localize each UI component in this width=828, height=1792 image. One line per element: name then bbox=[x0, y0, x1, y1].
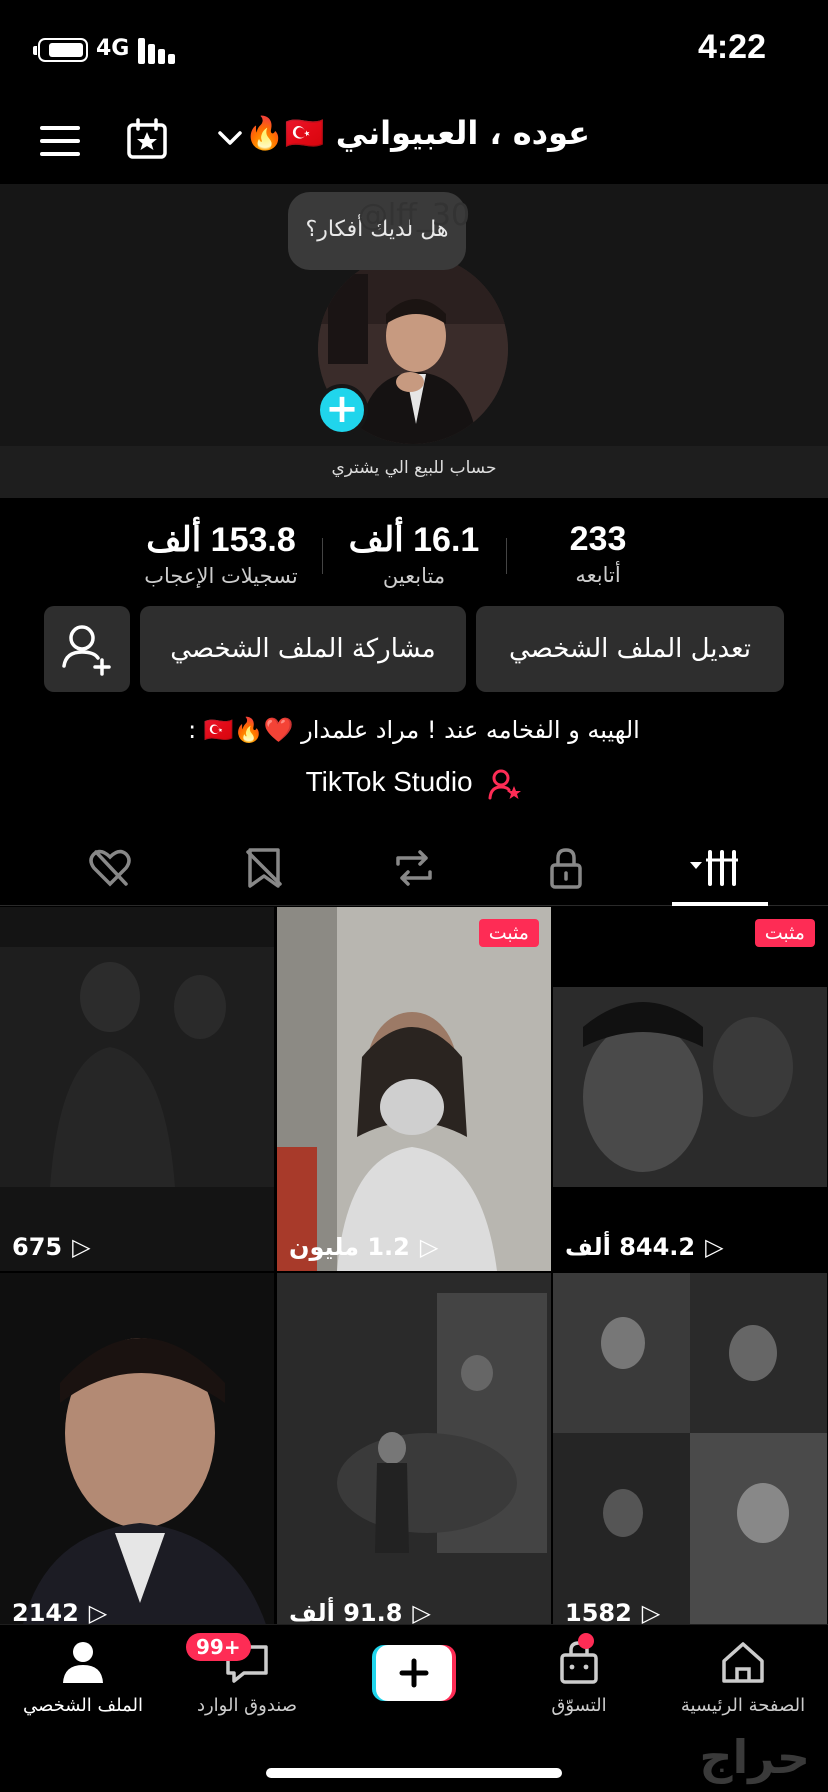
video-thumbnail[interactable]: ▷ 2142 bbox=[0, 1273, 274, 1637]
view-count: ▷ 91.8 ألف bbox=[289, 1599, 431, 1627]
play-icon: ▷ bbox=[705, 1233, 724, 1261]
followers-stat[interactable]: 16.1 ألف متابعين bbox=[334, 520, 494, 588]
status-bar: 4G 4:22 bbox=[0, 0, 828, 100]
following-label: أتابعه bbox=[575, 563, 621, 587]
following-count: 233 bbox=[569, 520, 627, 558]
username-handle: @lff_30 bbox=[357, 198, 471, 233]
followers-label: متابعين bbox=[382, 564, 446, 588]
signal-icon bbox=[138, 38, 178, 64]
nav-inbox[interactable]: 99+ صندوق الوارد bbox=[172, 1633, 322, 1716]
view-count: ▷ 2142 bbox=[12, 1599, 108, 1627]
nav-shop[interactable]: التسوّق bbox=[504, 1633, 654, 1716]
followers-count: 16.1 ألف bbox=[348, 521, 480, 559]
chevron-down-icon[interactable] bbox=[216, 124, 244, 152]
likes-count: 153.8 ألف bbox=[146, 521, 296, 559]
nav-home[interactable]: الصفحة الرئيسية bbox=[668, 1639, 818, 1716]
inbox-badge: 99+ bbox=[186, 1633, 251, 1661]
pinned-badge: مثبت bbox=[478, 919, 539, 947]
profile-header: عوده ، العبيواني 🇹🇷🔥 bbox=[0, 100, 828, 184]
nav-inbox-label: صندوق الوارد bbox=[196, 1695, 298, 1716]
share-profile-button[interactable]: مشاركة الملف الشخصي bbox=[140, 606, 466, 692]
pinned-badge: مثبت bbox=[754, 919, 815, 947]
add-friends-button[interactable] bbox=[44, 606, 130, 692]
view-count: ▷ 844.2 ألف bbox=[565, 1233, 724, 1261]
play-icon: ▷ bbox=[72, 1233, 91, 1261]
account-switcher-username[interactable]: عوده ، العبيواني 🇹🇷🔥 bbox=[245, 114, 590, 152]
promo-overlay-text: حساب للبيع الي يشتري bbox=[331, 458, 497, 478]
tab-liked-hidden-icon[interactable] bbox=[80, 838, 140, 898]
menu-icon[interactable] bbox=[40, 124, 80, 158]
plus-icon bbox=[372, 1645, 456, 1701]
content-tabs bbox=[0, 830, 828, 906]
divider bbox=[506, 538, 507, 574]
nav-shop-label: التسوّق bbox=[551, 1695, 607, 1716]
view-count: ▷ 1582 bbox=[565, 1599, 661, 1627]
view-count: ▷ 675 bbox=[12, 1233, 91, 1261]
profile-person-icon bbox=[63, 1642, 103, 1683]
view-count: ▷ 1.2 مليون bbox=[289, 1233, 439, 1261]
video-thumbnail[interactable]: مثبت ▷ 844.2 ألف bbox=[553, 907, 827, 1271]
home-icon bbox=[722, 1642, 764, 1683]
nav-profile-label: الملف الشخصي bbox=[23, 1695, 143, 1716]
calendar-star-icon[interactable] bbox=[126, 118, 168, 160]
video-thumbnail[interactable]: مثبت ▷ 1.2 مليون bbox=[277, 907, 551, 1271]
video-thumbnail[interactable]: ▷ 675 bbox=[0, 907, 274, 1271]
nav-home-label: الصفحة الرئيسية bbox=[680, 1695, 806, 1716]
add-story-icon[interactable]: + bbox=[316, 384, 368, 436]
network-type: 4G bbox=[96, 36, 130, 61]
likes-stat[interactable]: 153.8 ألف تسجيلات الإعجاب bbox=[126, 520, 316, 588]
video-thumbnail[interactable]: ▷ 91.8 ألف bbox=[277, 1273, 551, 1637]
tiktok-studio-link[interactable]: TikTok Studio bbox=[0, 766, 828, 800]
play-icon: ▷ bbox=[641, 1599, 661, 1627]
tab-videos-grid-icon[interactable] bbox=[686, 838, 746, 898]
likes-label: تسجيلات الإعجاب bbox=[144, 564, 298, 588]
tab-private-lock-icon[interactable] bbox=[536, 838, 596, 898]
following-stat[interactable]: 233 أتابعه bbox=[518, 520, 678, 587]
active-tab-indicator bbox=[672, 902, 768, 906]
create-button[interactable] bbox=[372, 1645, 456, 1701]
edit-profile-button[interactable]: تعديل الملف الشخصي bbox=[476, 606, 784, 692]
home-indicator[interactable] bbox=[266, 1768, 562, 1778]
bio-text: الهيبه و الفخامه عند ! مراد علمدار ❤️🔥🇹🇷… bbox=[188, 716, 640, 744]
tab-reposts-icon[interactable] bbox=[384, 838, 444, 898]
watermark-logo: حراج bbox=[699, 1730, 810, 1784]
battery-icon bbox=[33, 38, 88, 62]
play-icon: ▷ bbox=[88, 1599, 108, 1627]
profile-section: هل لديك أفكار؟ + @lff_30 حساب للبيع الي … bbox=[0, 184, 828, 498]
studio-label: TikTok Studio bbox=[305, 766, 473, 797]
clock: 4:22 bbox=[697, 28, 766, 66]
profile-stats: 153.8 ألف تسجيلات الإعجاب 16.1 ألف متابع… bbox=[0, 508, 828, 608]
bottom-navigation: الصفحة الرئيسية التسوّق 99+ صندوق الوارد bbox=[0, 1624, 828, 1792]
add-user-icon bbox=[62, 625, 111, 676]
notification-dot bbox=[578, 1633, 594, 1649]
studio-user-icon bbox=[488, 769, 522, 800]
nav-profile[interactable]: الملف الشخصي bbox=[8, 1639, 158, 1716]
play-icon: ▷ bbox=[412, 1599, 431, 1627]
video-thumbnail[interactable]: ▷ 1582 bbox=[553, 1273, 827, 1637]
tab-favorites-hidden-icon[interactable] bbox=[234, 838, 294, 898]
play-icon: ▷ bbox=[419, 1233, 439, 1261]
divider bbox=[322, 538, 323, 574]
